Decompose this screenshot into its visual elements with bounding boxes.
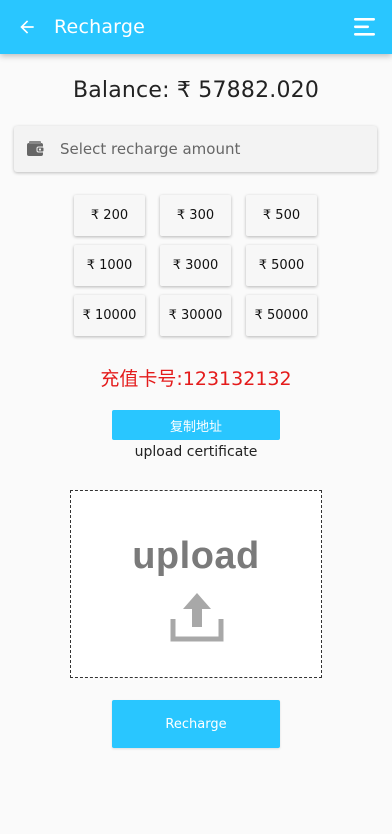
app-bar: Recharge xyxy=(0,0,392,54)
upload-dropzone[interactable]: upload xyxy=(70,490,322,678)
recharge-amount-select[interactable]: Select recharge amount xyxy=(14,126,377,172)
amount-option-500[interactable]: ₹ 500 xyxy=(246,195,317,236)
amount-option-300[interactable]: ₹ 300 xyxy=(160,195,231,236)
wallet-icon xyxy=(26,139,46,159)
amount-option-3000[interactable]: ₹ 3000 xyxy=(160,245,231,286)
copy-address-button[interactable]: 复制地址 xyxy=(112,410,280,440)
back-button[interactable] xyxy=(0,0,54,54)
upload-icon xyxy=(170,593,224,642)
arrow-left-icon xyxy=(20,20,34,34)
amount-option-50000[interactable]: ₹ 50000 xyxy=(246,295,317,336)
card-number-text: 充值卡号:123132132 xyxy=(100,368,292,390)
recharge-amount-placeholder: Select recharge amount xyxy=(60,140,241,158)
upload-certificate-label: upload certificate xyxy=(134,444,258,460)
amount-option-1000[interactable]: ₹ 1000 xyxy=(74,245,145,286)
recharge-screen: Recharge Balance: ₹ 57882.020 Select rec… xyxy=(0,0,392,834)
page-title: Recharge xyxy=(54,16,145,38)
amount-options: ₹ 200 ₹ 300 ₹ 500 ₹ 1000 ₹ 3000 ₹ 5000 ₹… xyxy=(74,195,319,336)
amount-option-200[interactable]: ₹ 200 xyxy=(74,195,145,236)
upload-zone-text: upload xyxy=(132,535,260,577)
recharge-button[interactable]: Recharge xyxy=(112,700,280,748)
amount-option-30000[interactable]: ₹ 30000 xyxy=(160,295,231,336)
menu-icon xyxy=(354,18,375,36)
menu-button[interactable] xyxy=(338,0,392,54)
balance-text: Balance: ₹ 57882.020 xyxy=(72,78,320,103)
amount-option-10000[interactable]: ₹ 10000 xyxy=(74,295,145,336)
amount-option-5000[interactable]: ₹ 5000 xyxy=(246,245,317,286)
